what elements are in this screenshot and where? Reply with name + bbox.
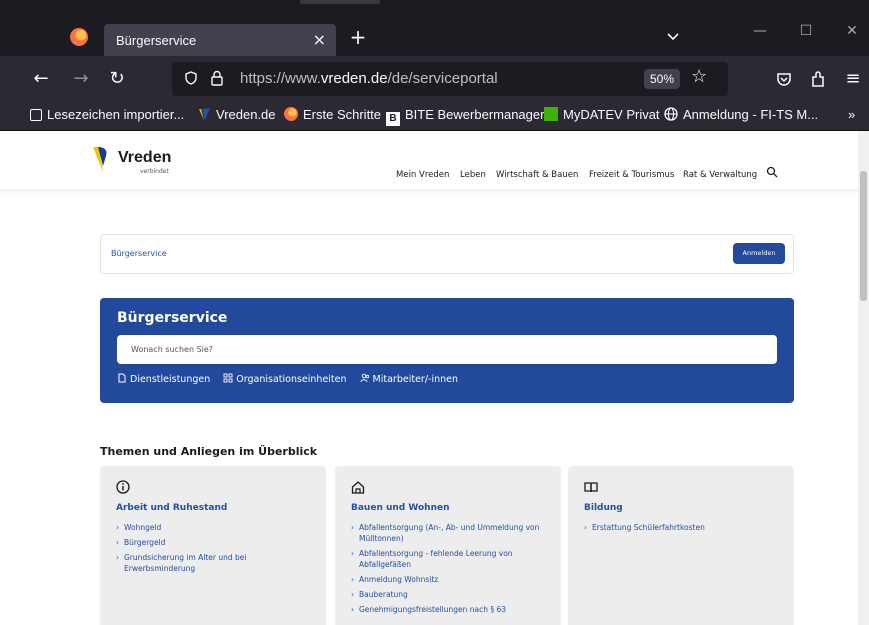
login-button[interactable]: Anmelden <box>733 243 785 264</box>
forward-button[interactable]: → <box>70 68 92 89</box>
hero-links: Dienstleistungen Organisationseinheiten … <box>117 373 468 385</box>
tab-title: Bürgerservice <box>116 33 197 48</box>
navigation-toolbar: ← → ↻ https://www.vreden.de/de/servicepo… <box>0 56 869 102</box>
search-input[interactable]: Wonach suchen Sie? <box>117 335 777 364</box>
close-icon[interactable]: × <box>313 30 326 49</box>
bookmark-star-icon[interactable]: ☆ <box>691 66 707 87</box>
topic-card-bildung: Bildung Erstattung Schülerfahrtkosten <box>568 466 794 625</box>
page-content: Vreden verbindet Mein Vreden Leben Wirts… <box>0 131 858 625</box>
tab-active[interactable]: Bürgerservice × <box>104 24 336 60</box>
topic-card-arbeit: Arbeit und Ruhestand Wohngeld Bürgergeld… <box>100 466 326 625</box>
card-link[interactable]: Wohngeld <box>116 522 314 533</box>
home-icon <box>351 481 365 494</box>
site-header: Vreden verbindet Mein Vreden Leben Wirts… <box>0 131 858 189</box>
card-link[interactable]: Anmeldung Wohnsitz <box>351 574 549 585</box>
url-text[interactable]: https://www.vreden.de/de/serviceportal <box>240 70 498 87</box>
vreden-logo-icon[interactable] <box>90 144 120 174</box>
bookmark-vreden[interactable]: Vreden.de <box>197 107 276 122</box>
nav-freizeit-tourismus[interactable]: Freizeit & Tourismus <box>589 170 674 180</box>
firefox-icon[interactable] <box>70 28 88 46</box>
url-bar[interactable]: https://www.vreden.de/de/serviceportal 5… <box>172 62 728 96</box>
maximize-button[interactable]: ☐ <box>794 23 818 39</box>
scrollbar-thumb[interactable] <box>860 171 867 301</box>
shield-icon[interactable] <box>184 71 198 85</box>
card-link[interactable]: Bauberatung <box>351 589 549 600</box>
card-link[interactable]: Bürgergeld <box>116 537 314 548</box>
nav-rat-verwaltung[interactable]: Rat & Verwaltung <box>683 170 757 180</box>
search-hero: Bürgerservice Wonach suchen Sie? Dienstl… <box>100 298 794 403</box>
vreden-icon <box>199 108 210 120</box>
card-link[interactable]: Genehmigungsfreistellungen nach § 63 <box>351 604 549 615</box>
info-icon <box>116 480 130 494</box>
breadcrumb[interactable]: Bürgerservice <box>111 249 167 258</box>
bookmark-mydatev[interactable]: MyDATEV Privat <box>544 107 660 122</box>
hero-title: Bürgerservice <box>117 310 228 326</box>
reload-button[interactable]: ↻ <box>106 68 128 89</box>
back-button[interactable]: ← <box>30 68 52 89</box>
people-icon <box>360 373 369 383</box>
firefox-icon <box>284 107 298 121</box>
link-dienstleistungen[interactable]: Dienstleistungen <box>117 373 210 385</box>
lock-icon[interactable] <box>210 70 224 86</box>
card-links: Erstattung Schülerfahrtkosten <box>584 522 782 537</box>
bookmark-bite[interactable]: B BITE Bewerbermanager <box>386 107 544 126</box>
zoom-level[interactable]: 50% <box>644 69 680 89</box>
book-icon <box>584 482 598 493</box>
import-icon <box>30 109 42 121</box>
bookmark-erste-schritte[interactable]: Erste Schritte <box>284 107 381 122</box>
tab-bar: Bürgerservice × + — ☐ ✕ <box>0 9 869 60</box>
logo-name[interactable]: Vreden <box>118 149 171 167</box>
card-link[interactable]: Abfallentsorgung - fehlende Leerung von … <box>351 548 549 570</box>
logo-tagline: verbindet <box>140 168 169 175</box>
datev-icon <box>544 107 558 121</box>
chevron-down-icon[interactable] <box>666 29 680 43</box>
document-icon <box>118 373 126 383</box>
extensions-icon[interactable] <box>810 70 826 88</box>
topic-card-bauen: Bauen und Wohnen Abfallentsorgung (An-, … <box>335 466 561 625</box>
bookmarks-toolbar: Lesezeichen importier... Vreden.de Erste… <box>0 102 869 131</box>
pocket-icon[interactable] <box>776 71 792 87</box>
bite-icon: B <box>386 112 400 126</box>
window-top-strip <box>0 0 869 9</box>
breadcrumb-bar: Bürgerservice Anmelden <box>100 234 794 274</box>
card-title[interactable]: Arbeit und Ruhestand <box>116 503 227 513</box>
bookmarks-overflow-button[interactable]: » <box>848 107 855 122</box>
card-title[interactable]: Bauen und Wohnen <box>351 503 450 513</box>
card-link[interactable]: Grundsicherung im Alter und bei Erwerbsm… <box>116 552 314 574</box>
nav-mein-vreden[interactable]: Mein Vreden <box>396 170 449 180</box>
window-close-button[interactable]: ✕ <box>840 23 864 39</box>
nav-leben[interactable]: Leben <box>460 170 486 180</box>
menu-icon[interactable]: ≡ <box>842 68 864 89</box>
card-title[interactable]: Bildung <box>584 503 623 513</box>
search-icon[interactable] <box>766 166 778 178</box>
page-scrollbar[interactable] <box>858 131 869 625</box>
card-links: Wohngeld Bürgergeld Grundsicherung im Al… <box>116 522 314 578</box>
link-mitarbeiter[interactable]: Mitarbeiter/-innen <box>360 373 458 385</box>
title-hint <box>300 0 380 4</box>
minimize-button[interactable]: — <box>748 23 772 39</box>
card-link[interactable]: Erstattung Schülerfahrtkosten <box>584 522 782 533</box>
globe-icon <box>664 107 678 121</box>
card-link[interactable]: Abfallentsorgung (An-, Ab- und Ummeldung… <box>351 522 549 544</box>
section-title: Themen und Anliegen im Überblick <box>100 445 318 458</box>
new-tab-button[interactable]: + <box>348 25 368 49</box>
nav-wirtschaft-bauen[interactable]: Wirtschaft & Bauen <box>496 170 578 180</box>
link-organisationseinheiten[interactable]: Organisationseinheiten <box>223 373 347 385</box>
card-links: Abfallentsorgung (An-, Ab- und Ummeldung… <box>351 522 549 619</box>
bookmark-anmeldung[interactable]: Anmeldung - FI-TS M... <box>664 107 818 122</box>
grid-icon <box>223 373 233 383</box>
bookmark-import[interactable]: Lesezeichen importier... <box>30 107 184 122</box>
